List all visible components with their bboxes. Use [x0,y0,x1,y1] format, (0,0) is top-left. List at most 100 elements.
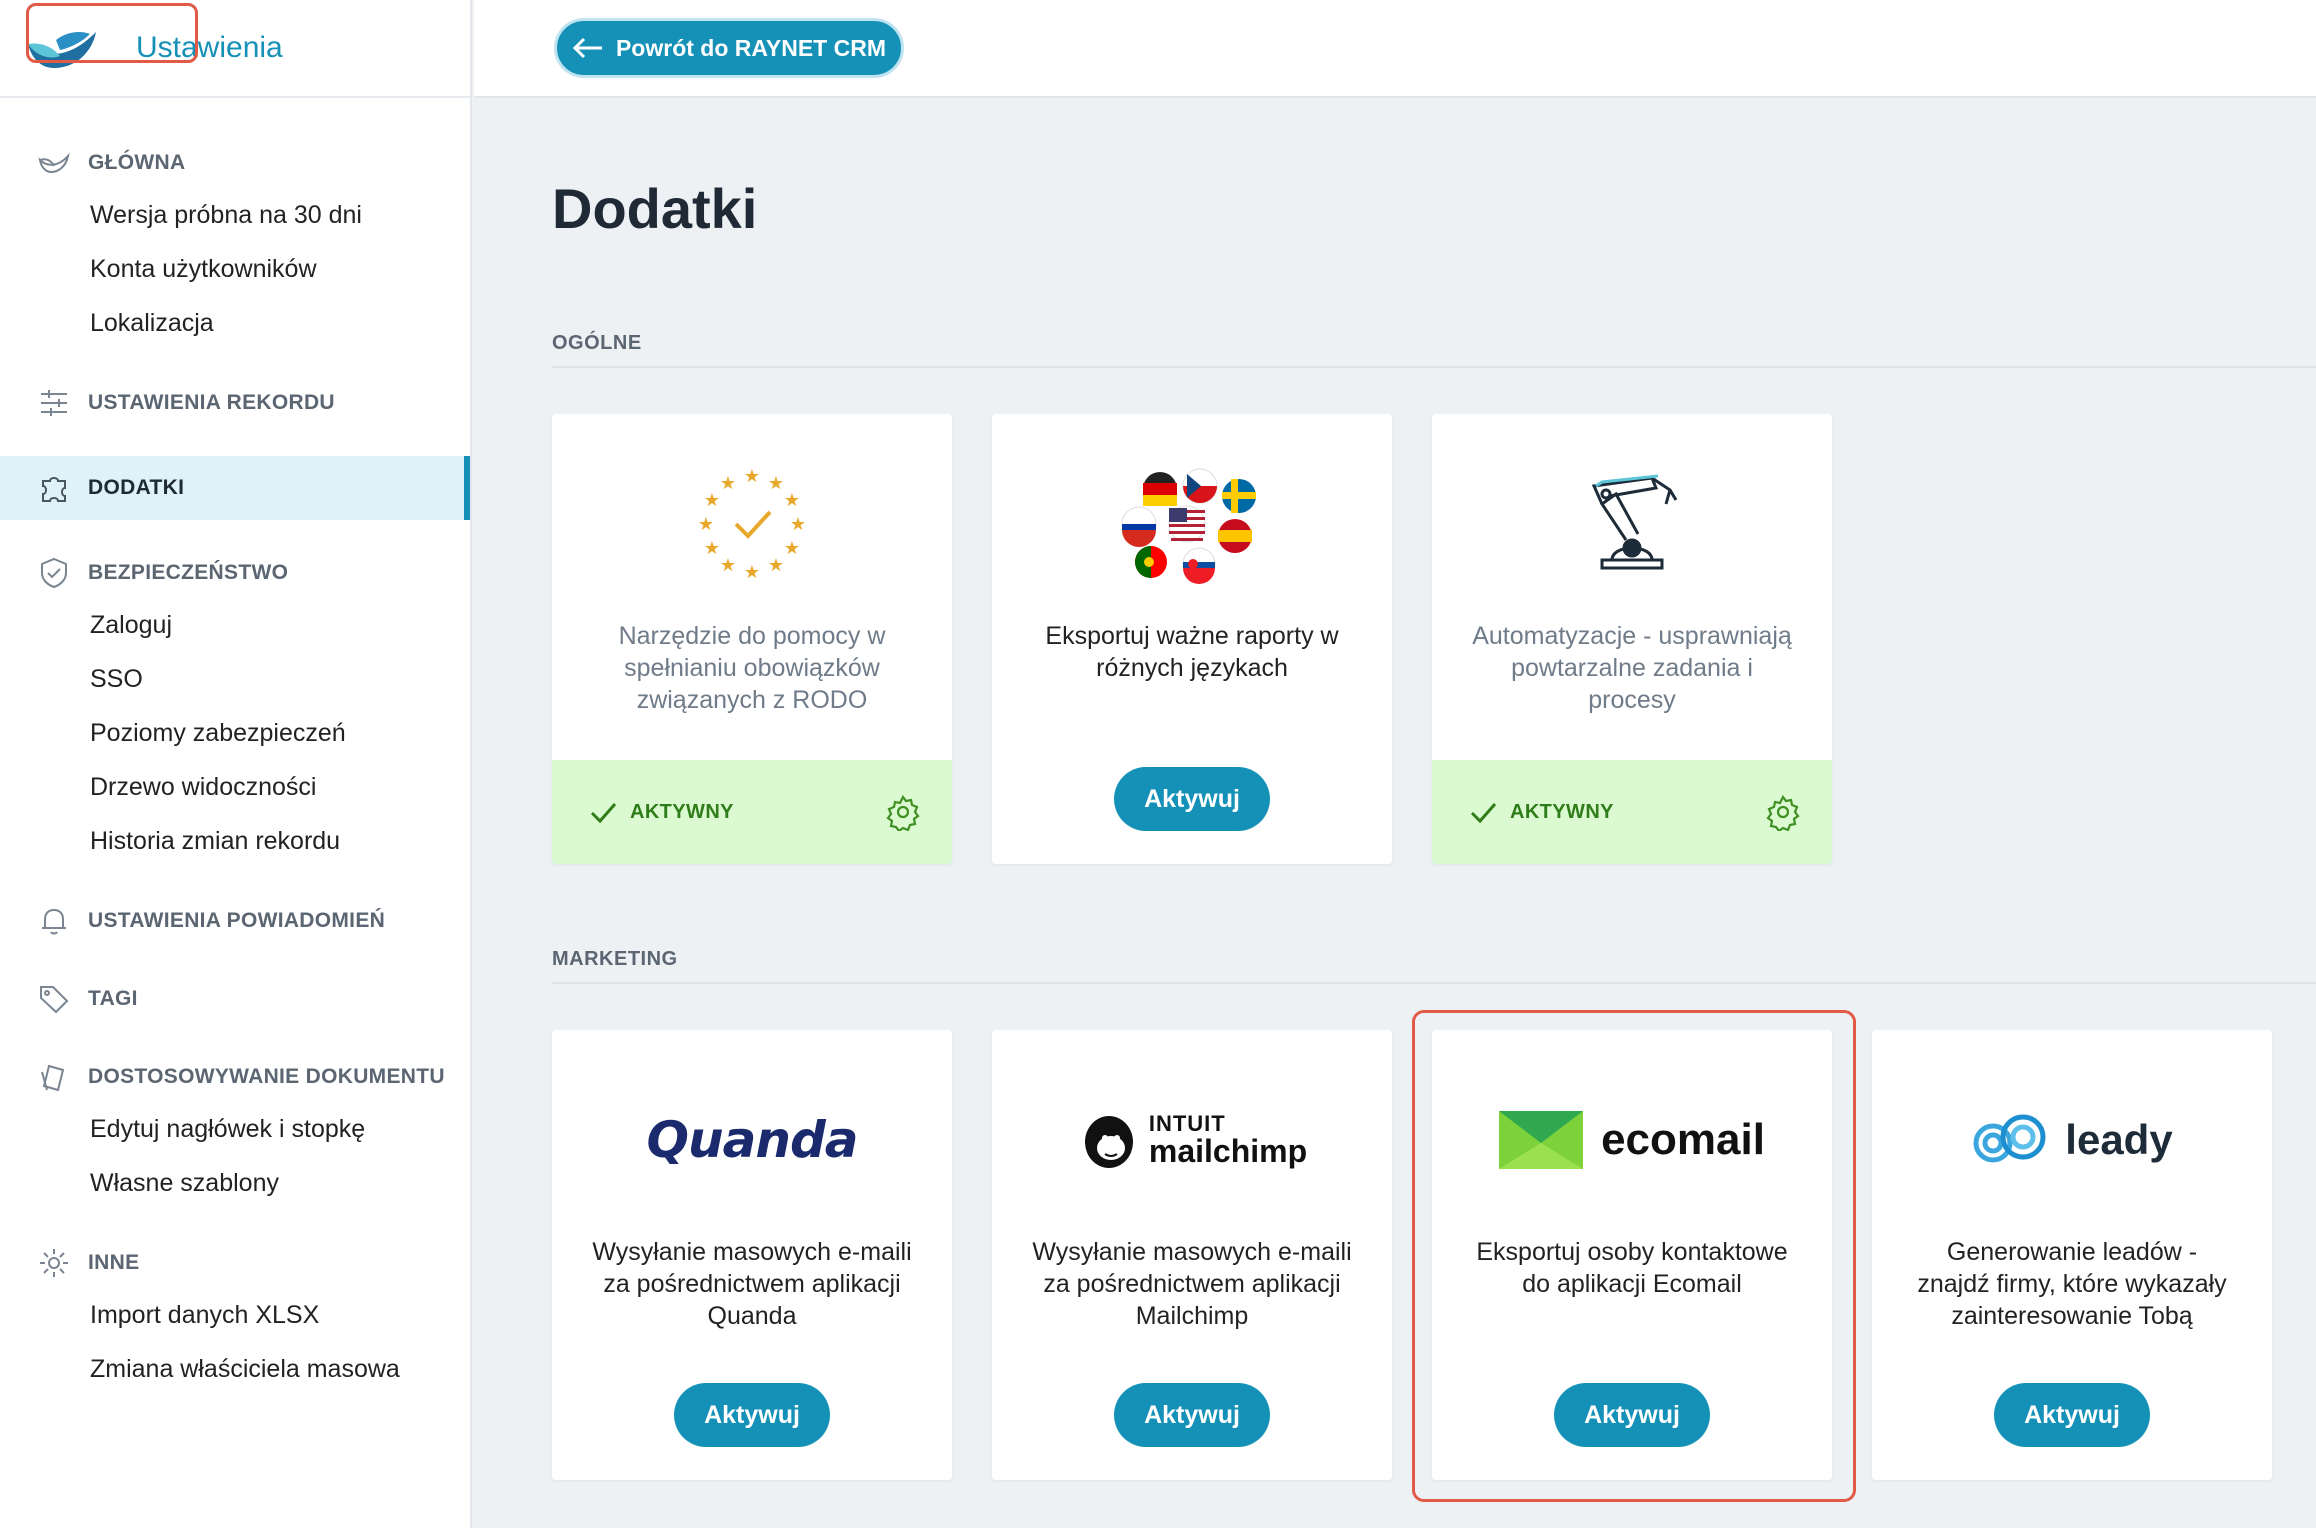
sidebar-section-documents: DOSTOSOWYWANIE DOKUMENTU Edytuj nagłówek… [0,1052,470,1210]
highlight-box [26,3,198,63]
sidebar-item-mass-owner-change[interactable]: Zmiana właściciela masowa [0,1342,470,1396]
sidebar-item-visibility-tree[interactable]: Drzewo widoczności [0,760,470,814]
group-divider [552,982,2316,984]
addon-description: Eksportuj osoby kontaktowe do aplikacji … [1476,1238,1788,1298]
svg-text:★: ★ [720,473,736,494]
svg-text:★: ★ [784,538,800,559]
back-button-label: Powrót do RAYNET CRM [615,34,887,61]
sidebar-section-head-documents[interactable]: DOSTOSOWYWANIE DOKUMENTU [0,1052,470,1102]
quanda-logo-text: Quanda [646,1111,859,1169]
svg-text:★: ★ [790,514,806,535]
sidebar-item-login[interactable]: Zaloguj [0,598,470,652]
addon-description: Wysyłanie masowych e-maili za pośrednict… [592,1238,912,1330]
sidebar-section-head-security[interactable]: BEZPIECZEŃSTWO [0,548,470,598]
addon-description: Narzędzie do pomocy w spełnianiu obowiąz… [618,622,886,714]
addon-active-status: AKTYWNY [552,760,952,864]
sidebar-section-security: BEZPIECZEŃSTWO Zaloguj SSO Poziomy zabez… [0,548,470,868]
eu-stars-check-icon: ★ ★ ★ ★ ★ ★ ★ ★ ★ ★ ★ ★ [552,454,952,594]
sidebar-section-other: INNE Import danych XLSX Zmiana właścicie… [0,1238,470,1396]
sidebar-section-label: DODATKI [88,476,185,499]
puzzle-icon [36,470,72,506]
sidebar-item-security-levels[interactable]: Poziomy zabezpieczeń [0,706,470,760]
sidebar-section-tags: TAGI [0,974,470,1024]
group-label-general: OGÓLNE [552,332,642,354]
ecomail-text: ecomail [1601,1115,1765,1164]
svg-text:★: ★ [720,555,736,576]
svg-text:★: ★ [784,490,800,511]
sidebar-item-edit-header-footer[interactable]: Edytuj nagłówek i stopkę [0,1102,470,1156]
gear-icon [36,1245,72,1281]
robot-arm-icon [1432,454,1832,594]
sidebar-item-custom-templates[interactable]: Własne szablony [0,1156,470,1210]
quanda-logo: Quanda [552,1070,952,1210]
back-to-crm-button[interactable]: Powrót do RAYNET CRM [554,18,904,78]
addon-description: Eksportuj ważne raporty w różnych języka… [1045,622,1339,682]
addon-card-leady: leady Generowanie leadów - znajdź firmy,… [1872,1030,2272,1480]
home-bird-icon [36,145,72,181]
check-icon [590,803,617,824]
status-label: AKTYWNY [630,800,734,823]
sidebar-section-head-notifications[interactable]: USTAWIENIA POWIADOMIEŃ [0,896,470,946]
svg-text:★: ★ [744,466,760,487]
sidebar-section-glowna: GŁÓWNA Wersja próbna na 30 dni Konta uży… [0,138,470,350]
leady-text: leady [2065,1116,2173,1163]
check-icon [1470,803,1497,824]
activate-button[interactable]: Aktywuj [674,1383,830,1447]
sidebar: Ustawienia GŁÓWNA Wersja próbna na 30 dn… [0,0,472,1528]
sidebar-item-dodatki[interactable]: DODATKI [0,3,470,520]
sidebar-item-trial[interactable]: Wersja próbna na 30 dni [0,188,470,242]
svg-text:★: ★ [768,555,784,576]
addon-card-rodo: ★ ★ ★ ★ ★ ★ ★ ★ ★ ★ ★ ★ Narzędzie do pom… [552,414,952,864]
ecomail-logo: ecomail [1432,1070,1832,1210]
addon-card-automation: Automatyzacje - usprawniają powtarzalne … [1432,414,1832,864]
group-divider [552,366,2316,368]
activate-button[interactable]: Aktywuj [1114,767,1270,831]
sidebar-nav: GŁÓWNA Wersja próbna na 30 dni Konta uży… [0,3,470,1396]
page-title: Dodatki [552,177,758,240]
sidebar-section-notifications: USTAWIENIA POWIADOMIEŃ [0,896,470,946]
mailchimp-monkey-icon [1084,1116,1133,1168]
svg-text:★: ★ [698,514,714,535]
sidebar-section-label: DOSTOSOWYWANIE DOKUMENTU [88,1065,445,1088]
mailchimp-text: mailchimp [1148,1133,1308,1169]
sidebar-section-head-record-settings[interactable]: USTAWIENIA REKORDU [0,378,470,428]
activate-button[interactable]: Aktywuj [1554,1383,1710,1447]
activate-button[interactable]: Aktywuj [1994,1383,2150,1447]
sidebar-section-head-glowna[interactable]: GŁÓWNA [0,138,470,188]
sidebar-section-label: USTAWIENIA REKORDU [88,391,335,414]
top-bar: Powrót do RAYNET CRM [474,0,2316,98]
sidebar-section-head-tags[interactable]: TAGI [0,974,470,1024]
addon-card-ecomail: ecomail Eksportuj osoby kontaktowe do ap… [1432,1030,1832,1480]
settings-gear-icon[interactable] [884,793,922,831]
activate-button[interactable]: Aktywuj [1114,1383,1270,1447]
sidebar-section-label: INNE [88,1251,140,1274]
sidebar-item-xlsx-import[interactable]: Import danych XLSX [0,1288,470,1342]
ecomail-envelope-icon [1499,1111,1584,1169]
sidebar-section-head-other[interactable]: INNE [0,1238,470,1288]
addon-card-languages: Eksportuj ważne raporty w różnych języka… [992,414,1392,864]
sidebar-section-label: TAGI [88,987,138,1010]
tag-icon [36,981,72,1017]
status-label: AKTYWNY [1510,800,1614,823]
addon-card-quanda: Quanda Wysyłanie masowych e-maili za poś… [552,1030,952,1480]
sidebar-item-localization[interactable]: Lokalizacja [0,296,470,350]
arrow-left-icon [572,37,602,59]
sidebar-item-sso[interactable]: SSO [0,652,470,706]
sliders-icon [36,385,72,421]
documents-icon [36,1059,72,1095]
group-label-marketing: MARKETING [552,948,678,970]
svg-text:★: ★ [768,473,784,494]
sidebar-item-record-history[interactable]: Historia zmian rekordu [0,814,470,868]
sidebar-section-label: USTAWIENIA POWIADOMIEŃ [88,909,386,932]
settings-gear-icon[interactable] [1764,793,1802,831]
addon-active-status: AKTYWNY [1432,760,1832,864]
language-flags-icon [992,454,1392,594]
sidebar-section-label: BEZPIECZEŃSTWO [88,561,289,584]
sidebar-section-head-dodatki[interactable]: DODATKI [0,456,464,520]
sidebar-item-user-accounts[interactable]: Konta użytkowników [0,242,470,296]
addon-description: Automatyzacje - usprawniają powtarzalne … [1472,622,1792,714]
addon-description: Wysyłanie masowych e-maili za pośrednict… [1032,1238,1352,1330]
bell-icon [36,903,72,939]
sidebar-section-label: GŁÓWNA [88,151,186,174]
svg-text:★: ★ [744,562,760,583]
